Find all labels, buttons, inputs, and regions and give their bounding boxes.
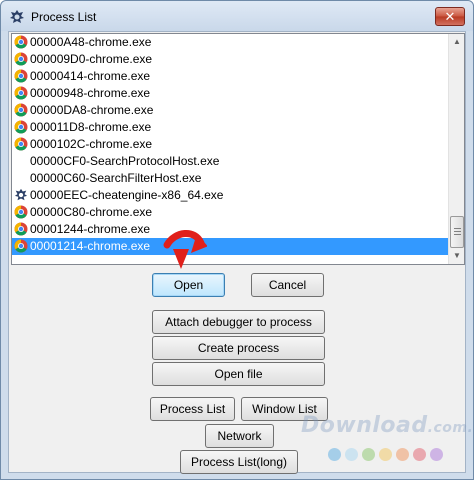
process-label: 00000C80-chrome.exe <box>30 205 153 219</box>
process-row[interactable]: 00001214-chrome.exe <box>12 238 450 255</box>
pointer-arrow-icon <box>163 230 207 269</box>
open-file-button[interactable]: Open file <box>152 362 325 386</box>
watermark-dot <box>430 448 443 461</box>
process-row[interactable]: 000011D8-chrome.exe <box>12 119 450 136</box>
process-row[interactable]: 000009D0-chrome.exe <box>12 51 450 68</box>
process-label: 00000C60-SearchFilterHost.exe <box>30 171 202 185</box>
scroll-up-icon[interactable]: ▲ <box>449 34 464 50</box>
process-label: 0000102C-chrome.exe <box>30 137 153 151</box>
chrome-icon <box>14 239 28 253</box>
process-label: 00000DA8-chrome.exe <box>30 103 154 117</box>
process-list-window: Process List ✕ 00000A48-chrome.exe 000009… <box>0 0 474 480</box>
process-label: 000011D8-chrome.exe <box>30 120 152 134</box>
process-row[interactable]: 00001244-chrome.exe <box>12 221 450 238</box>
chrome-icon <box>14 52 28 66</box>
process-row[interactable]: 00000414-chrome.exe <box>12 68 450 85</box>
scroll-down-icon[interactable]: ▼ <box>449 248 464 264</box>
cheatengine-icon <box>14 188 28 201</box>
create-process-button[interactable]: Create process <box>152 336 325 360</box>
chrome-icon <box>14 222 28 236</box>
process-label: 000009D0-chrome.exe <box>30 52 153 66</box>
chrome-icon <box>14 120 28 134</box>
watermark-dot <box>413 448 426 461</box>
dialog-client-area: 00000A48-chrome.exe 000009D0-chrome.exe 00… <box>8 31 466 474</box>
process-row[interactable]: 00000C60-SearchFilterHost.exe <box>12 170 450 187</box>
chrome-icon <box>14 35 28 49</box>
watermark-dot <box>379 448 392 461</box>
network-button[interactable]: Network <box>205 424 274 448</box>
process-row[interactable]: 00000CF0-SearchProtocolHost.exe <box>12 153 450 170</box>
cheatengine-icon <box>10 10 24 23</box>
attach-debugger-button[interactable]: Attach debugger to process <box>152 310 325 334</box>
process-label: 00000A48-chrome.exe <box>30 35 152 49</box>
watermark-text: Download.com.vn <box>301 413 474 438</box>
close-button[interactable]: ✕ <box>435 7 465 26</box>
chrome-icon <box>14 137 28 151</box>
watermark-dot <box>362 448 375 461</box>
chrome-icon <box>14 205 28 219</box>
process-label: 00000EEC-cheatengine-x86_64.exe <box>30 188 224 202</box>
close-icon: ✕ <box>444 9 456 24</box>
title-bar[interactable]: Process List ✕ <box>1 1 473 31</box>
process-row[interactable]: 00000A48-chrome.exe <box>12 34 450 51</box>
vertical-scrollbar[interactable]: ▲ ▼ <box>448 34 464 264</box>
process-label: 00001244-chrome.exe <box>30 222 151 236</box>
watermark-dot <box>345 448 358 461</box>
chrome-icon <box>14 69 28 83</box>
chrome-icon <box>14 103 28 117</box>
process-label: 00000CF0-SearchProtocolHost.exe <box>30 154 220 168</box>
window-title: Process List <box>31 10 97 24</box>
process-row[interactable]: 00000EEC-cheatengine-x86_64.exe <box>12 187 450 204</box>
process-row[interactable]: 00000C80-chrome.exe <box>12 204 450 221</box>
process-row[interactable]: 00000948-chrome.exe <box>12 85 450 102</box>
process-label: 00001214-chrome.exe <box>30 239 151 253</box>
watermark-dot <box>396 448 409 461</box>
process-label: 00000414-chrome.exe <box>30 69 151 83</box>
process-row[interactable]: 00000DA8-chrome.exe <box>12 102 450 119</box>
scrollbar-thumb[interactable] <box>450 216 464 248</box>
process-row[interactable]: 0000102C-chrome.exe <box>12 136 450 153</box>
process-list-button[interactable]: Process List <box>150 397 235 421</box>
watermark-dot <box>328 448 341 461</box>
chrome-icon <box>14 86 28 100</box>
process-list-long-button[interactable]: Process List(long) <box>180 450 298 474</box>
process-label: 00000948-chrome.exe <box>30 86 151 100</box>
process-listbox[interactable]: 00000A48-chrome.exe 000009D0-chrome.exe 00… <box>11 33 465 265</box>
cancel-button[interactable]: Cancel <box>251 273 324 297</box>
